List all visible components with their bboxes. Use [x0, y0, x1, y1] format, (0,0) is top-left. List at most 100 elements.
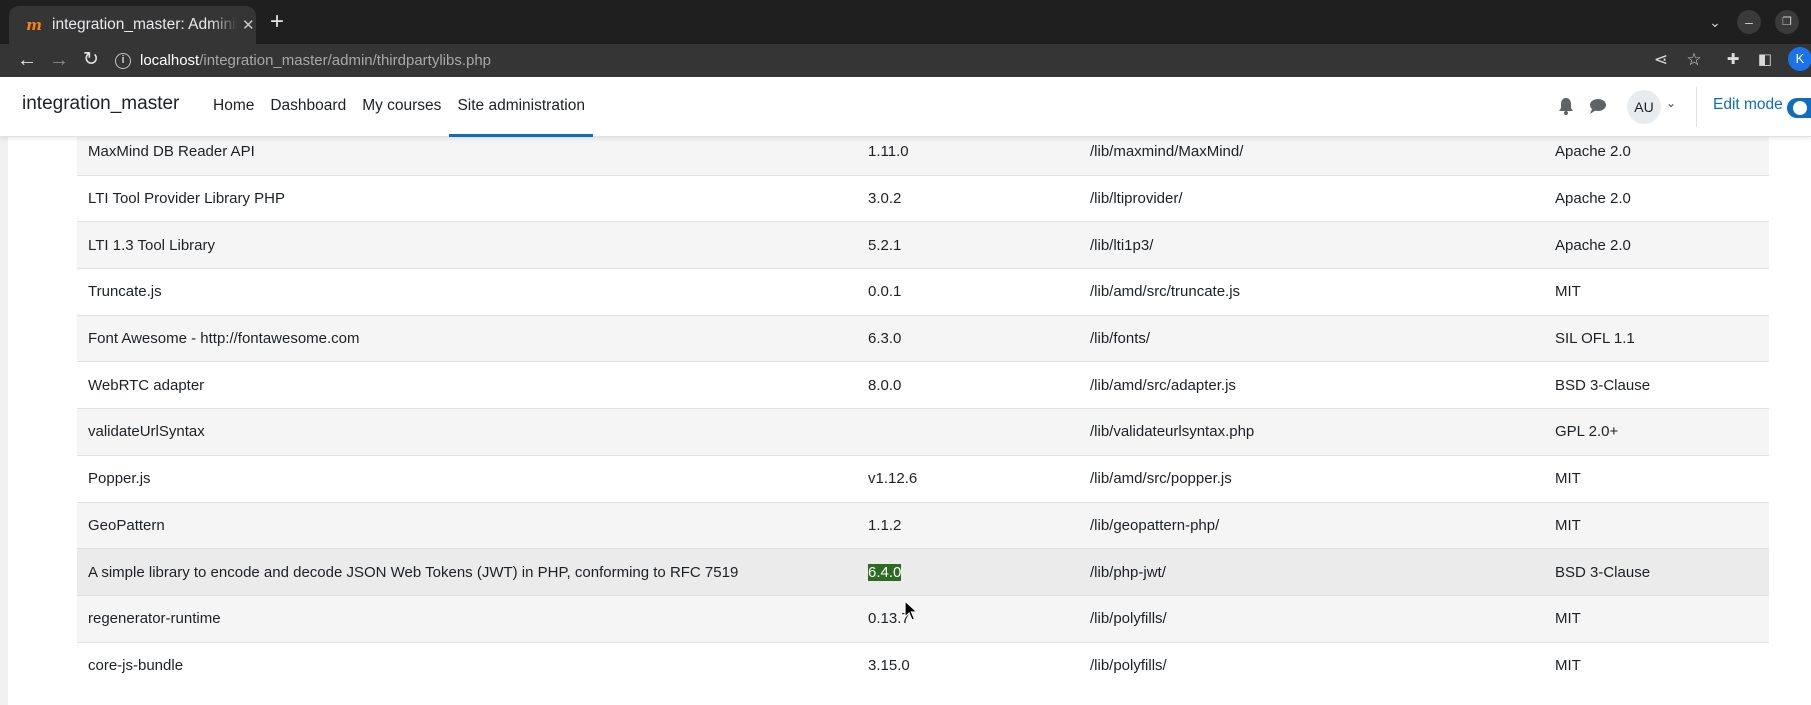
table-row: Truncate.js 0.0.1/lib/amd/src/truncate.js…	[77, 268, 1769, 316]
user-menu-chevron-icon[interactable]: ⌄	[1666, 96, 1676, 110]
edit-mode-toggle[interactable]	[1787, 98, 1811, 118]
table-row: validateUrlSyntax/lib/validateurlsyntax.…	[77, 408, 1769, 456]
table-row: WebRTC adapter 8.0.0/lib/amd/src/adapter.…	[77, 361, 1769, 409]
table-row: Font Awesome - http://fontawesome.com 6.3…	[77, 315, 1769, 362]
bookmark-star-icon[interactable]: ☆	[1683, 48, 1705, 72]
browser-profile-avatar[interactable]: K	[1788, 47, 1811, 71]
site-navbar: integration_master Home Dashboard My cou…	[0, 77, 1811, 137]
browser-toolbar: ← → ↻ i localhost /integration_master/ad…	[0, 44, 1811, 77]
address-bar[interactable]: i localhost /integration_master/admin/th…	[115, 45, 1685, 76]
extensions-puzzle-icon[interactable]: ✚	[1722, 48, 1744, 72]
library-name-cell: WebRTC adapter	[88, 376, 205, 394]
library-location-cell: /lib/lti1p3/	[1090, 236, 1154, 254]
library-location-cell: /lib/validateurlsyntax.php	[1090, 423, 1255, 441]
library-license-cell: BSD 3-Clause	[1555, 563, 1651, 581]
library-license-cell: SIL OFL 1.1	[1555, 330, 1635, 348]
library-version-cell: 5.2.1	[868, 236, 902, 254]
library-name-cell: Popper.js	[88, 470, 151, 488]
library-location-cell: /lib/amd/src/popper.js	[1090, 470, 1232, 488]
library-name-cell: MaxMind DB Reader API	[88, 143, 255, 161]
tab-close-icon[interactable]: ✕	[242, 16, 255, 34]
library-license-cell: Apache 2.0	[1555, 236, 1631, 254]
url-host: localhost	[140, 52, 200, 69]
library-license-cell: MIT	[1555, 657, 1581, 675]
restore-icon[interactable]: ❐	[1775, 10, 1799, 34]
library-license-cell: BSD 3-Clause	[1555, 376, 1651, 394]
table-row: core-js-bundle 3.15.0/lib/polyfills/MIT	[77, 642, 1769, 689]
site-brand[interactable]: integration_master	[22, 93, 179, 115]
forward-arrow-icon[interactable]: →	[46, 47, 72, 73]
side-panel-icon[interactable]: ◧	[1754, 48, 1776, 72]
page-content: MaxMind DB Reader API 1.11.0/lib/maxmind/…	[0, 137, 1811, 705]
library-version-cell: v1.12.6	[868, 470, 918, 488]
back-arrow-icon[interactable]: ←	[14, 47, 40, 73]
library-location-cell: /lib/ltiprovider/	[1090, 190, 1183, 208]
library-name-cell: core-js-bundle	[88, 657, 184, 675]
navbar-divider	[1696, 87, 1697, 127]
reload-icon[interactable]: ↻	[78, 47, 104, 73]
third-party-libraries-table: MaxMind DB Reader API 1.11.0/lib/maxmind/…	[77, 137, 1769, 689]
library-license-cell: Apache 2.0	[1555, 190, 1631, 208]
library-license-cell: Apache 2.0	[1555, 143, 1631, 161]
browser-tab-active[interactable]: m integration_master: Administration ✕	[9, 6, 256, 44]
url-path: /integration_master/admin/thirdpartylibs…	[199, 52, 492, 69]
tab-search-chevron-icon[interactable]: ⌄	[1703, 10, 1727, 34]
library-license-cell: MIT	[1555, 283, 1581, 301]
share-icon[interactable]: ⋖	[1650, 48, 1672, 72]
library-version-cell: 3.0.2	[868, 190, 902, 208]
mouse-cursor-icon	[904, 600, 918, 621]
library-version-cell: 6.4.0	[857, 549, 1079, 596]
table-row: Popper.js v1.12.6/lib/amd/src/popper.js MI…	[77, 455, 1769, 502]
library-version-cell: 1.1.2	[868, 516, 902, 534]
table-row: MaxMind DB Reader API 1.11.0/lib/maxmind/…	[77, 137, 1769, 176]
new-tab-button[interactable]: +	[264, 9, 290, 35]
user-avatar[interactable]: AU	[1627, 90, 1661, 124]
browser-tabstrip: m integration_master: Administration ✕ +…	[0, 0, 1811, 44]
library-version-cell: 3.15.0	[868, 657, 910, 675]
library-name-cell: GeoPattern	[88, 516, 165, 534]
library-license-cell: GPL 2.0+	[1555, 423, 1619, 441]
site-info-icon[interactable]: i	[115, 52, 131, 69]
library-name-cell: A simple library to encode and decode JS…	[88, 563, 739, 581]
library-version-cell: 0.0.1	[868, 283, 902, 301]
library-location-cell: /lib/polyfills/	[1090, 610, 1167, 628]
library-location-cell: /lib/maxmind/MaxMind/	[1090, 143, 1244, 161]
library-location-cell: /lib/geopattern-php/	[1090, 516, 1220, 534]
page-left-edge	[0, 137, 8, 705]
table-row: A simple library to encode and decode JS…	[77, 548, 1769, 596]
library-version-cell: 1.11.0	[868, 143, 909, 161]
nav-home[interactable]: Home	[205, 77, 262, 137]
library-location-cell: /lib/amd/src/truncate.js	[1090, 283, 1241, 301]
library-location-cell: /lib/fonts/	[1090, 330, 1151, 348]
library-version-cell	[857, 409, 1079, 456]
library-version-cell: 8.0.0	[868, 376, 902, 394]
library-name-cell: Font Awesome - http://fontawesome.com	[88, 330, 360, 348]
library-location-cell: /lib/polyfills/	[1090, 657, 1167, 675]
edit-mode-label: Edit mode	[1713, 96, 1783, 113]
library-location-cell: /lib/php-jwt/	[1090, 563, 1166, 581]
table-row: LTI 1.3 Tool Library 5.2.1/lib/lti1p3/Apa…	[77, 221, 1769, 269]
selected-text: 6.4.0	[868, 563, 902, 581]
messages-chat-icon[interactable]	[1587, 95, 1609, 117]
library-version-cell: 6.3.0	[868, 330, 902, 348]
library-name-cell: regenerator-runtime	[88, 610, 221, 628]
primary-navigation: Home Dashboard My courses Site administr…	[205, 77, 593, 137]
nav-my-courses[interactable]: My courses	[354, 77, 449, 137]
library-name-cell: LTI 1.3 Tool Library	[88, 236, 216, 254]
nav-dashboard[interactable]: Dashboard	[262, 77, 354, 137]
nav-site-administration[interactable]: Site administration	[449, 77, 593, 137]
tab-title: integration_master: Administration	[52, 16, 238, 33]
library-version-cell: 0.13.7	[868, 610, 910, 628]
library-name-cell: Truncate.js	[88, 283, 162, 301]
table-row: GeoPattern 1.1.2/lib/geopattern-php/MIT	[77, 502, 1769, 549]
notification-bell-icon[interactable]	[1555, 95, 1577, 117]
minimize-icon[interactable]: –	[1737, 10, 1761, 34]
library-name-cell: validateUrlSyntax	[88, 423, 205, 441]
table-row: LTI Tool Provider Library PHP 3.0.2/lib/l…	[77, 175, 1769, 222]
library-location-cell: /lib/amd/src/adapter.js	[1090, 376, 1236, 394]
library-license-cell: MIT	[1555, 610, 1581, 628]
library-name-cell: LTI Tool Provider Library PHP	[88, 190, 286, 208]
library-license-cell: MIT	[1555, 470, 1581, 488]
library-license-cell: MIT	[1555, 516, 1581, 534]
table-row: regenerator-runtime 0.13.7/lib/polyfills/…	[77, 595, 1769, 643]
